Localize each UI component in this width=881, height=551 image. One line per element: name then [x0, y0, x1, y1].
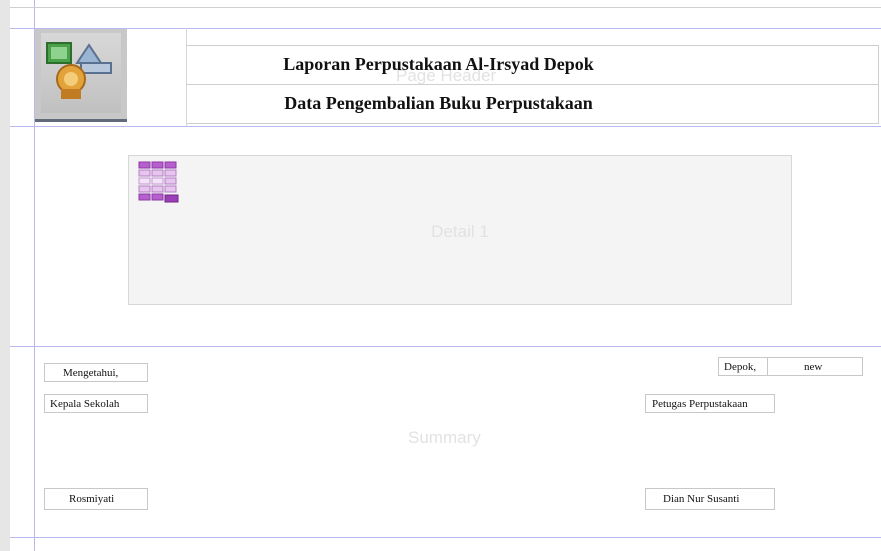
mengetahui-label[interactable]: Mengetahui,: [44, 363, 148, 382]
report-date-field[interactable]: new: [767, 357, 863, 376]
petugas-label[interactable]: Petugas Perpustakaan: [645, 394, 775, 413]
logo-image-icon: [41, 33, 121, 113]
page-header-bottom-guide: [10, 126, 881, 127]
page-header-top-guide: [10, 28, 881, 29]
petugas-name[interactable]: Dian Nur Susanti: [645, 488, 775, 510]
report-logo[interactable]: [35, 29, 127, 122]
detail-table-placeholder[interactable]: Detail 1: [128, 155, 792, 305]
detail-bottom-guide: [10, 346, 881, 347]
table-icon: [137, 160, 181, 211]
summary-bottom-guide: [10, 537, 881, 538]
detail-section-label: Detail 1: [431, 222, 489, 241]
left-margin-strip: [0, 0, 10, 551]
location-label[interactable]: Depok,: [718, 357, 768, 376]
kepala-sekolah-name[interactable]: Rosmiyati: [44, 488, 148, 510]
summary-section-label: Summary: [408, 428, 481, 447]
kepala-sekolah-label[interactable]: Kepala Sekolah: [44, 394, 148, 413]
report-subtitle: Data Pengembalian Buku Perpustakaan: [284, 93, 593, 113]
top-border: [10, 7, 881, 8]
report-title: Laporan Perpustakaan Al-Irsyad Depok: [283, 54, 594, 74]
